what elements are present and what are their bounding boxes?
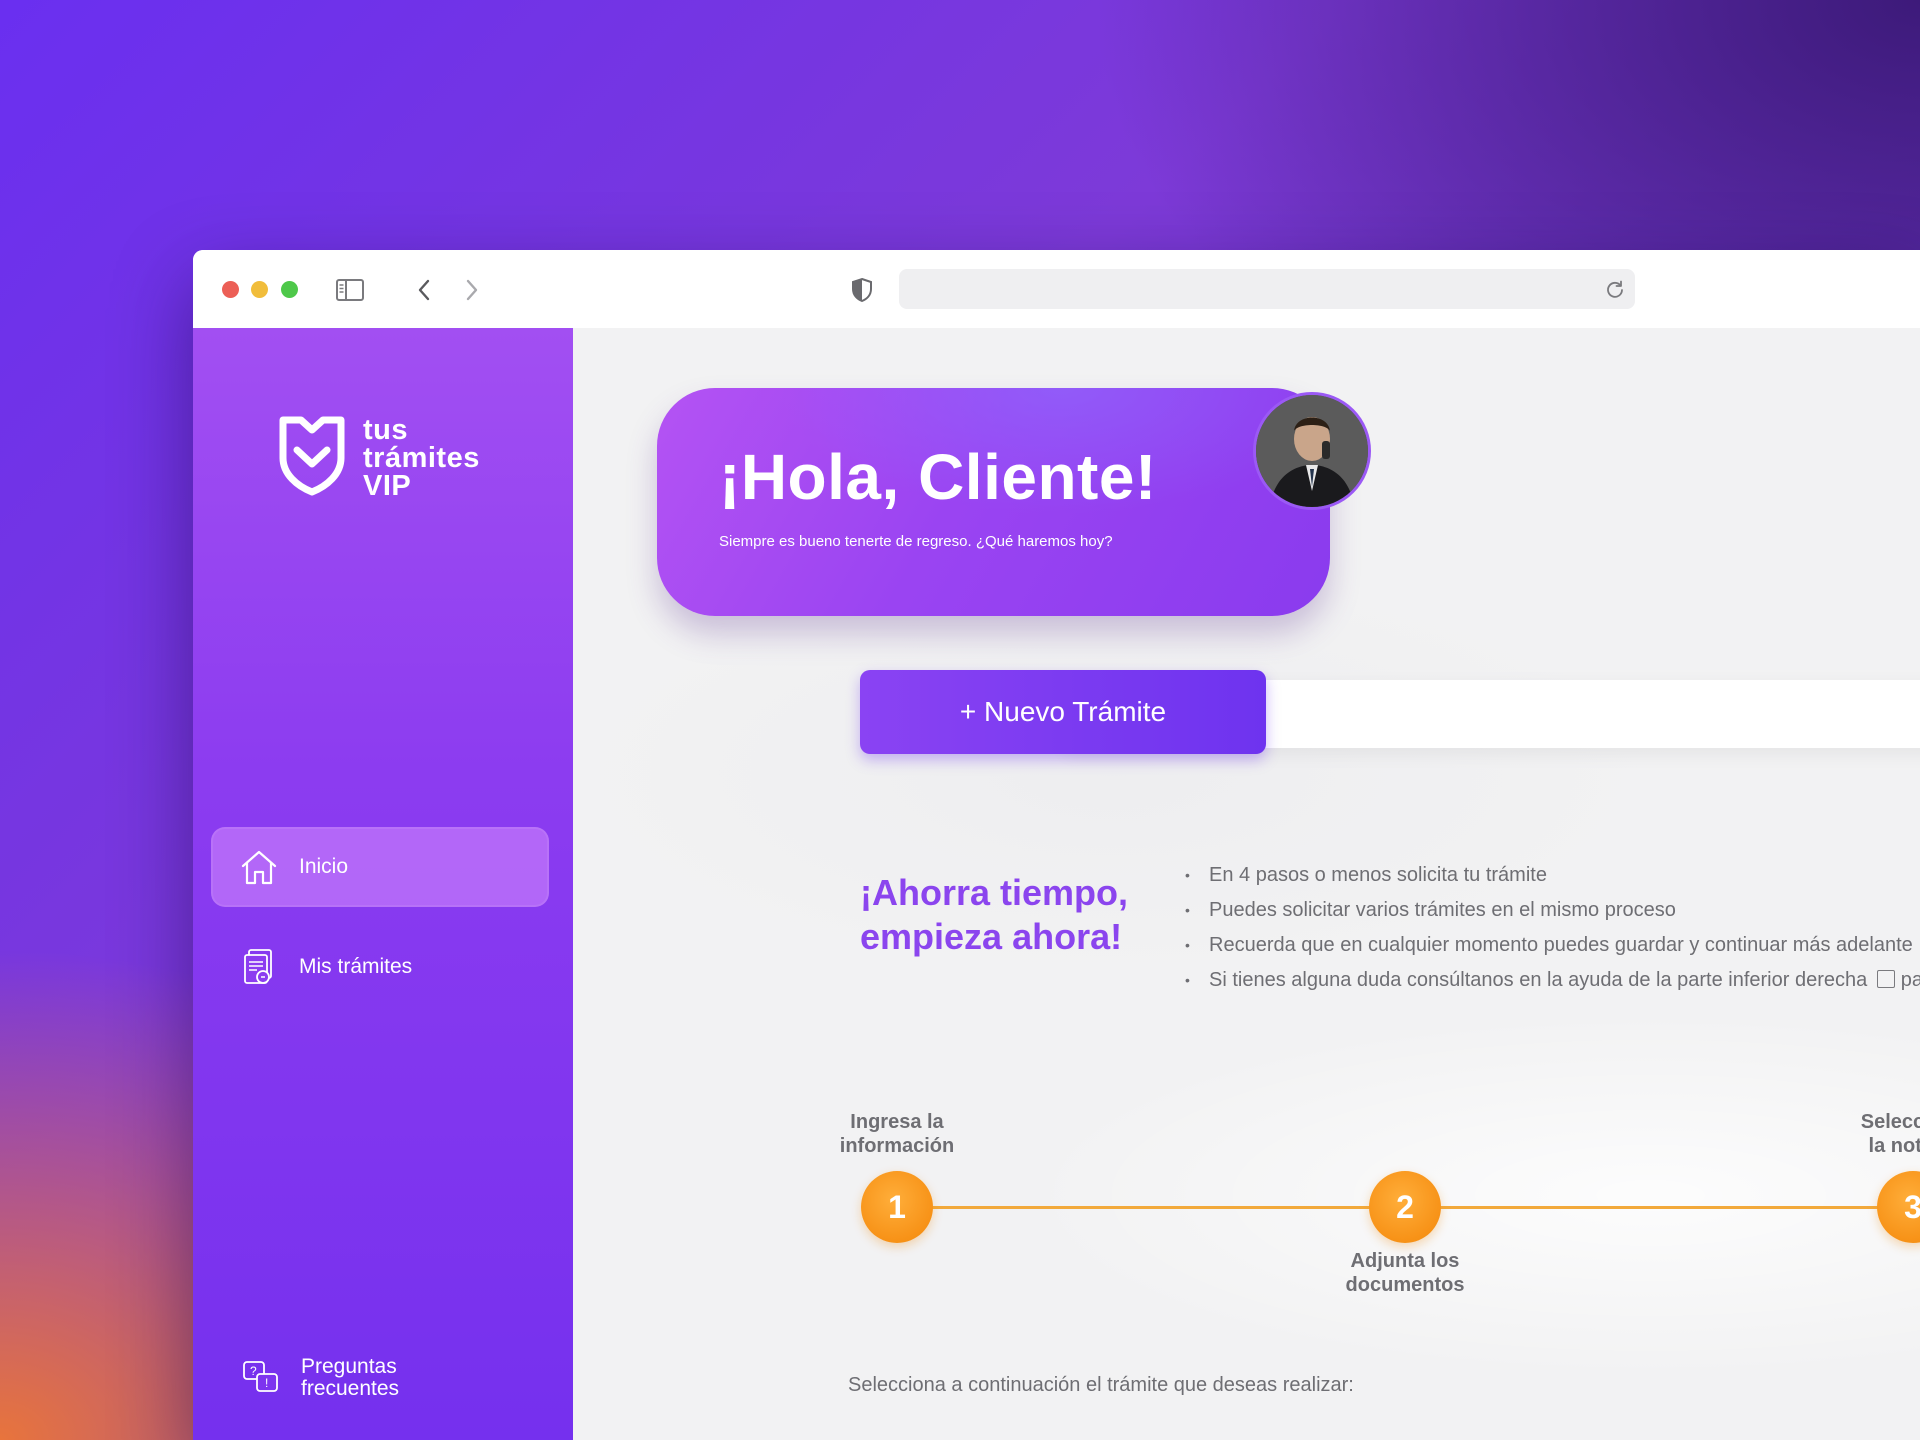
promo-heading: ¡Ahorra tiempo, empieza ahora! [860, 871, 1200, 959]
svg-text:!: ! [265, 1376, 268, 1390]
svg-text:?: ? [250, 1364, 257, 1378]
list-item: Puedes solicitar varios trámites en el m… [1185, 893, 1920, 928]
tips-list: En 4 pasos o menos solicita tu trámite P… [1185, 858, 1920, 998]
sidebar-item-mis-tramites[interactable]: Mis trámites [211, 927, 549, 1007]
page-title: ¡Hola, Cliente! [719, 441, 1157, 513]
faq-label: Preguntas frecuentes [301, 1356, 399, 1400]
help-widget-icon [1877, 970, 1896, 988]
close-window-button[interactable] [222, 281, 239, 298]
step-1-label-line-1: Ingresa la [850, 1111, 944, 1133]
sidebar-icon[interactable] [335, 275, 365, 305]
tip-overflow-text: par [1900, 969, 1920, 991]
brand-name: tus trámites VIP [363, 414, 480, 502]
sidebar-item-faq[interactable]: ?! Preguntas frecuentes [241, 1356, 399, 1400]
step-2-label: Adjunta los documentos [1305, 1249, 1505, 1297]
brand-line-3: VIP [363, 470, 412, 502]
list-item: Si tienes alguna duda consúltanos en la … [1185, 963, 1920, 998]
home-icon [237, 845, 281, 889]
main-content: ¡Hola, Cliente! Siempre es bueno tenerte… [573, 328, 1920, 1440]
welcome-banner: ¡Hola, Cliente! Siempre es bueno tenerte… [657, 388, 1330, 616]
promo-line-2: empieza ahora! [860, 916, 1123, 957]
user-photo [1256, 395, 1368, 507]
minimize-window-button[interactable] [251, 281, 268, 298]
tip-text: Si tienes alguna duda consúltanos en la … [1209, 969, 1868, 991]
list-item: En 4 pasos o menos solicita tu trámite [1185, 858, 1920, 893]
step-2-circle: 2 [1369, 1171, 1441, 1243]
chevron-right-icon[interactable] [457, 275, 487, 305]
avatar[interactable] [1253, 392, 1371, 510]
step-1-label-line-2: información [839, 1135, 955, 1157]
step-3-label: Selecciona la notaría [1813, 1110, 1920, 1158]
address-bar[interactable] [899, 269, 1635, 309]
step-3-label-line-2: la notaría [1868, 1135, 1920, 1157]
tip-text: Recuerda que en cualquier momento puedes… [1209, 934, 1913, 956]
brand-logo[interactable]: tus trámites VIP [275, 412, 480, 502]
step-1-label: Ingresa la información [797, 1110, 997, 1158]
request-type-prompt: Selecciona a continuación el trámite que… [848, 1374, 1354, 1396]
brand-line-2: trámites [363, 442, 480, 474]
chat-help-icon: ?! [241, 1358, 281, 1398]
maximize-window-button[interactable] [281, 281, 298, 298]
welcome-subtitle: Siempre es bueno tenerte de regreso. ¿Qu… [719, 533, 1113, 550]
list-item: Recuerda que en cualquier momento puedes… [1185, 928, 1920, 963]
tip-text: En 4 pasos o menos solicita tu trámite [1209, 864, 1547, 886]
step-3-label-line-1: Selecciona [1860, 1111, 1920, 1133]
brand-line-1: tus [363, 414, 408, 446]
shield-icon[interactable] [847, 275, 877, 305]
sidebar-item-label: Inicio [299, 855, 349, 878]
browser-titlebar [193, 250, 1920, 329]
new-request-button[interactable]: + Nuevo Trámite [860, 670, 1266, 754]
shield-check-logo-icon [279, 416, 345, 496]
step-1-circle: 1 [861, 1171, 933, 1243]
chevron-left-icon[interactable] [409, 275, 439, 305]
browser-window: tus trámites VIP Inicio Mis trámites ?! … [193, 250, 1920, 1440]
tip-text: Puedes solicitar varios trámites en el m… [1209, 899, 1676, 921]
faq-line-2: frecuentes [301, 1377, 400, 1400]
promo-line-1: ¡Ahorra tiempo, [860, 872, 1129, 913]
reload-icon[interactable] [1603, 277, 1627, 301]
sidebar: tus trámites VIP Inicio Mis trámites ?! … [193, 328, 573, 1440]
sidebar-item-inicio[interactable]: Inicio [211, 827, 549, 907]
step-2-label-line-1: Adjunta los [1350, 1250, 1460, 1272]
documents-icon [237, 945, 281, 989]
sidebar-item-label: Mis trámites [299, 955, 413, 978]
step-2-label-line-2: documentos [1345, 1274, 1465, 1296]
faq-line-1: Preguntas [301, 1355, 397, 1378]
